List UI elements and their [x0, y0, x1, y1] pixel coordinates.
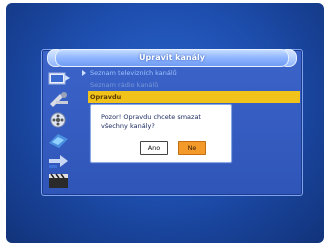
clapperboard-icon[interactable] [46, 172, 72, 190]
tools-icon[interactable] [46, 90, 72, 108]
selection-arrow [82, 70, 86, 76]
network-icon[interactable] [46, 131, 72, 149]
dialog-message: Pozor! Opravdu chcete smazat všechny kan… [101, 113, 201, 130]
yes-button[interactable]: Ano [140, 141, 168, 155]
menu-list: Seznam televizních kanálů Seznam rádio k… [88, 67, 300, 103]
menu-item-tv-channels[interactable]: Seznam televizních kanálů [88, 67, 300, 79]
confirm-dialog: Pozor! Opravdu chcete smazat všechny kan… [90, 104, 232, 163]
arrow-icon[interactable] [46, 152, 72, 170]
menu-item-radio-channels[interactable]: Seznam rádio kanálů [88, 79, 300, 91]
film-reel-icon[interactable] [46, 111, 72, 129]
satellite-dish-icon[interactable] [46, 70, 72, 88]
menu-title: Upravit kanály [55, 49, 289, 67]
side-icon-column [46, 70, 74, 190]
no-button[interactable]: Ne [178, 141, 206, 155]
menu-item-delete-all[interactable]: Opravdu [88, 91, 300, 103]
